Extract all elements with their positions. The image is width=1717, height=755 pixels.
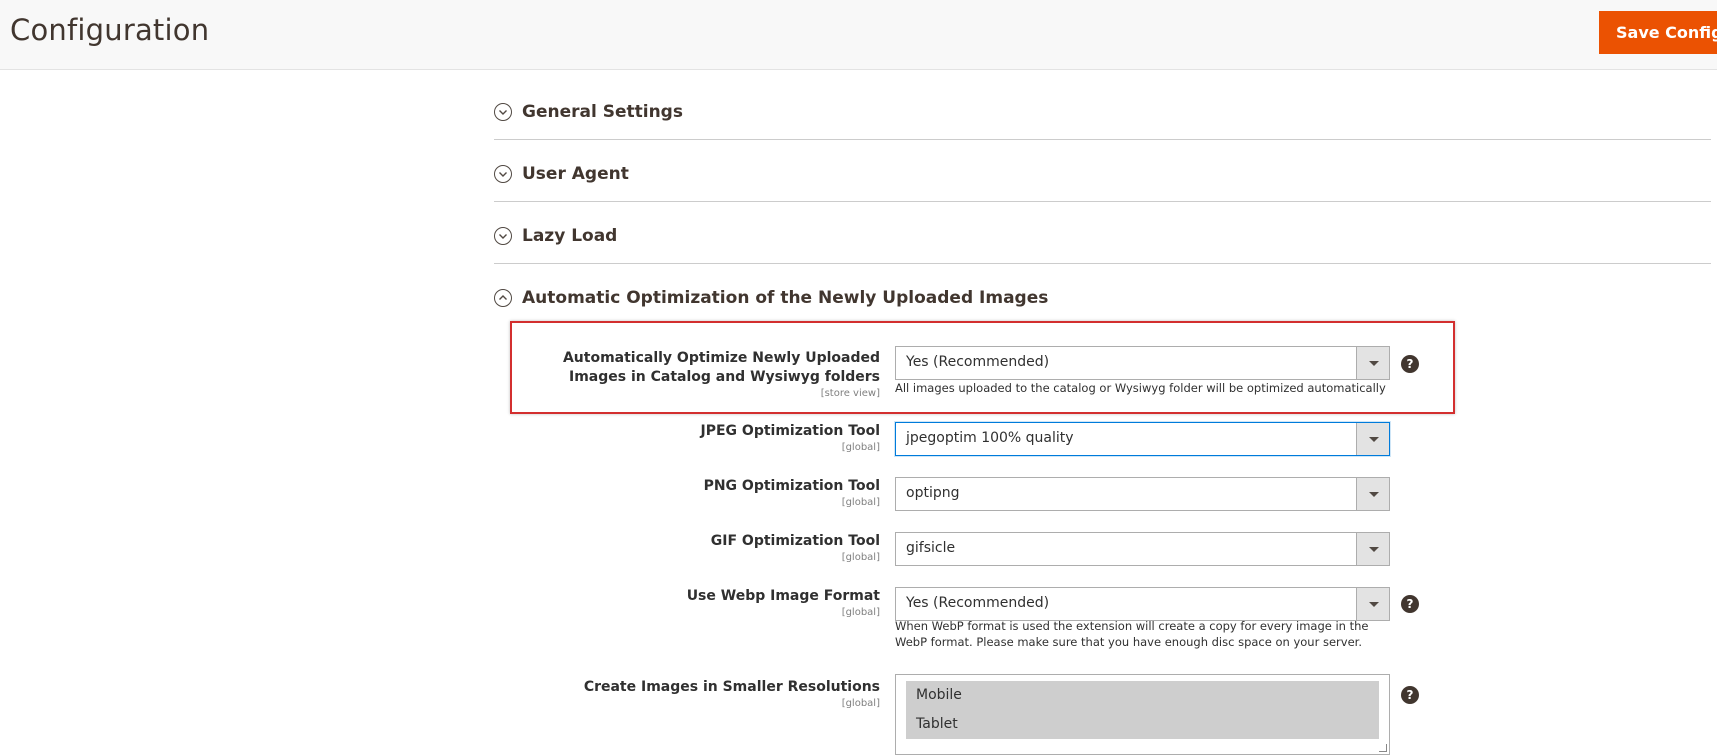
chevron-down-circle-icon	[494, 227, 512, 245]
multiselect-option-tablet[interactable]: Tablet	[906, 710, 1379, 739]
dropdown-arrow-icon	[1356, 423, 1389, 455]
chevron-down-circle-icon	[494, 165, 512, 183]
select-value: Yes (Recommended)	[906, 595, 1050, 611]
webp-select[interactable]: Yes (Recommended)	[895, 587, 1390, 621]
page-header: Configuration Save Config	[0, 0, 1717, 70]
scope-label: [global]	[841, 497, 880, 508]
auto-optimize-select[interactable]: Yes (Recommended)	[895, 346, 1390, 380]
multiselect-option-mobile[interactable]: Mobile	[906, 681, 1379, 710]
chevron-down-circle-icon	[494, 103, 512, 121]
dropdown-arrow-icon	[1356, 347, 1389, 379]
section-title: General Settings	[522, 102, 683, 122]
scope-label: [global]	[841, 698, 880, 709]
dropdown-arrow-icon	[1356, 478, 1389, 510]
section-title: User Agent	[522, 164, 629, 184]
field-label: Automatically Optimize Newly Uploaded Im…	[562, 350, 880, 385]
section-automatic-optimization[interactable]: Automatic Optimization of the Newly Uplo…	[494, 264, 1711, 326]
dropdown-arrow-icon	[1356, 588, 1389, 620]
scope-label: [store view]	[820, 388, 880, 399]
select-value: gifsicle	[906, 540, 956, 556]
scope-label: [global]	[841, 607, 880, 618]
help-icon[interactable]: ?	[1401, 686, 1419, 704]
help-icon[interactable]: ?	[1401, 595, 1419, 613]
page-title: Configuration	[10, 13, 210, 47]
gif-tool-select[interactable]: gifsicle	[895, 532, 1390, 566]
section-general-settings[interactable]: General Settings	[494, 78, 1711, 140]
field-label: Create Images in Smaller Resolutions	[583, 679, 880, 695]
field-label: PNG Optimization Tool	[703, 478, 880, 494]
section-title: Automatic Optimization of the Newly Uplo…	[522, 288, 1049, 308]
chevron-up-circle-icon	[494, 289, 512, 307]
jpeg-tool-select[interactable]: jpegoptim 100% quality	[895, 422, 1390, 456]
select-value: optipng	[906, 485, 960, 501]
dropdown-arrow-icon	[1356, 533, 1389, 565]
select-value: Yes (Recommended)	[906, 354, 1050, 370]
png-tool-select[interactable]: optipng	[895, 477, 1390, 511]
section-lazy-load[interactable]: Lazy Load	[494, 202, 1711, 264]
field-label: Use Webp Image Format	[686, 588, 880, 604]
section-title: Lazy Load	[522, 226, 618, 246]
section-user-agent[interactable]: User Agent	[494, 140, 1711, 202]
resolutions-multiselect[interactable]: Mobile Tablet	[895, 674, 1390, 755]
resize-handle-icon[interactable]	[1379, 744, 1387, 752]
field-label: JPEG Optimization Tool	[700, 423, 880, 439]
help-icon[interactable]: ?	[1401, 355, 1419, 373]
select-value: jpegoptim 100% quality	[906, 430, 1074, 446]
save-config-button[interactable]: Save Config	[1599, 11, 1717, 54]
field-note: All images uploaded to the catalog or Wy…	[895, 381, 1386, 395]
scope-label: [global]	[841, 552, 880, 563]
field-note: When WebP format is used the extension w…	[895, 619, 1369, 649]
scope-label: [global]	[841, 442, 880, 453]
field-label: GIF Optimization Tool	[710, 533, 880, 549]
